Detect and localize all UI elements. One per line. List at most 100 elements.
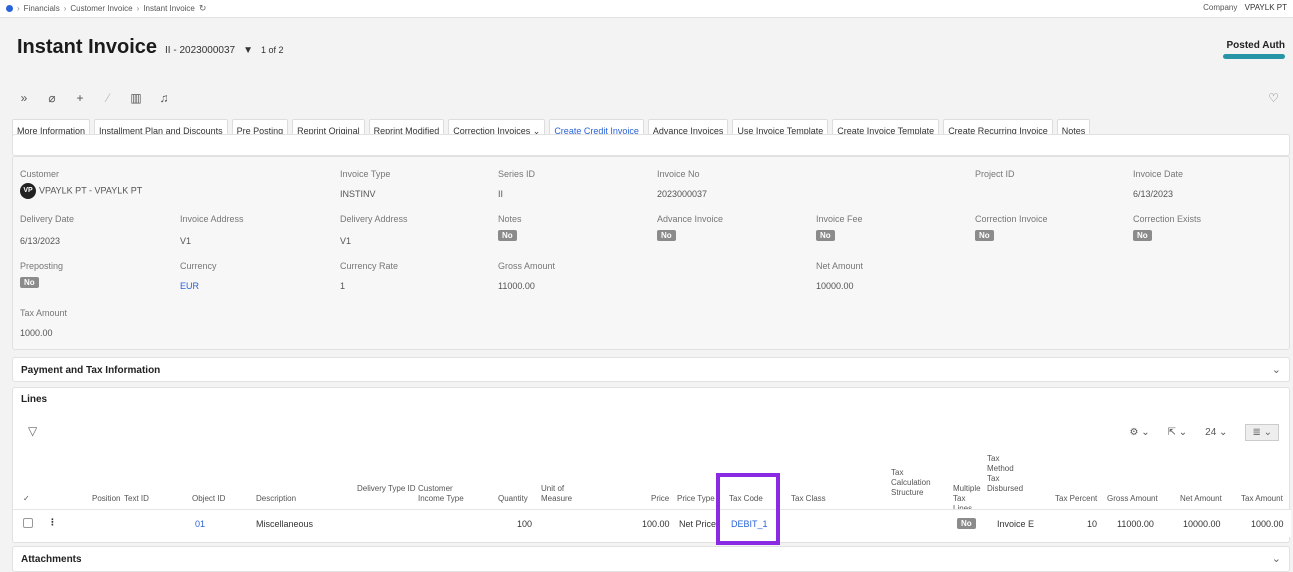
column-tax-percent[interactable]: Tax Percent [1055, 494, 1097, 504]
invoice-address-value: V1 [180, 236, 192, 246]
invoice-date-value: 6/13/2023 [1133, 189, 1174, 199]
column-text-id[interactable]: Text ID [124, 494, 149, 504]
cell-tax-method-disbursed: Invoice E [997, 519, 1035, 529]
column-quantity[interactable]: Quantity [498, 494, 528, 504]
column-tax-class[interactable]: Tax Class [791, 494, 826, 504]
customer-value[interactable]: VPAYLK PT - VPAYLK PT [39, 185, 142, 195]
column-customer-income-type[interactable]: Customer Income Type [418, 484, 478, 504]
select-all-check-icon[interactable]: ✓ [23, 494, 30, 504]
invoice-date-label: Invoice Date [1133, 169, 1184, 179]
attachments-section[interactable]: Attachments ⌄ [12, 546, 1290, 572]
correction-invoice-field: Correction Invoice No [975, 214, 1048, 241]
lines-title: Lines [21, 394, 48, 405]
breadcrumb-item-customer-invoice[interactable]: Customer Invoice [70, 4, 132, 13]
breadcrumb-item-instant-invoice: Instant Invoice [143, 4, 195, 13]
breadcrumb-item-financials[interactable]: Financials [24, 4, 60, 13]
lines-toolbar: ⚙ ⌄ ⇱ ⌄ 24 ⌄ ≣ ⌄ [1129, 424, 1279, 441]
column-gross-amount[interactable]: Gross Amount [1107, 494, 1158, 504]
attach-icon[interactable]: ⌀ [46, 91, 58, 105]
lines-section: Lines ▽ ⚙ ⌄ ⇱ ⌄ 24 ⌄ ≣ ⌄ ✓ Position Text… [12, 387, 1291, 545]
invoice-fee-field: Invoice Fee No [816, 214, 863, 241]
column-tax-amount[interactable]: Tax Amount [1241, 494, 1283, 504]
cell-object-id[interactable]: 01 [195, 519, 205, 529]
series-id-label: Series ID [498, 169, 536, 179]
invoice-no-value: 2023000037 [657, 189, 708, 199]
favorite-icon[interactable]: ♡ [1268, 91, 1279, 105]
column-net-amount[interactable]: Net Amount [1180, 494, 1222, 504]
tax-amount-field: Tax Amount 1000.00 [20, 308, 67, 338]
delivery-address-field: Delivery Address V1 [340, 214, 408, 246]
cell-tax-percent: 10 [1087, 519, 1098, 529]
customer-field: Customer VP VPAYLK PT - VPAYLK PT [20, 169, 142, 199]
delivery-address-label: Delivery Address [340, 214, 408, 224]
invoice-fee-label: Invoice Fee [816, 214, 863, 224]
record-selector[interactable]: II - 2023000037 [165, 45, 235, 56]
table-row[interactable]: ⋮ 01 Miscellaneous 100 100.00 Net Price … [13, 509, 1291, 537]
column-price-type[interactable]: Price Type [677, 494, 715, 504]
correction-invoice-label: Correction Invoice [975, 214, 1048, 224]
page-size-value: 24 [1205, 427, 1217, 438]
bell-icon[interactable]: ♫ [158, 91, 170, 105]
chevron-down-icon[interactable]: ⌄ [1272, 552, 1281, 565]
filter-icon[interactable]: ▽ [28, 424, 37, 438]
delete-icon[interactable]: ▥ [130, 91, 142, 105]
invoice-no-label: Invoice No [657, 169, 700, 179]
status-badge: Posted Auth [1223, 40, 1285, 59]
delivery-address-value: V1 [340, 236, 352, 246]
refresh-icon[interactable]: ↻ [199, 3, 207, 14]
project-id-field: Project ID [975, 169, 1015, 179]
cell-net-amount: 10000.00 [1183, 519, 1221, 529]
cell-price: 100.00 [642, 519, 670, 529]
notes-field: Notes No [498, 214, 522, 241]
invoice-address-label: Invoice Address [180, 214, 244, 224]
expand-icon[interactable]: » [18, 91, 30, 105]
customer-label: Customer [20, 169, 60, 179]
delivery-date-label: Delivery Date [20, 214, 75, 224]
invoice-type-label: Invoice Type [340, 169, 391, 179]
record-toolbar: » ⌀ + ⁄ ▥ ♫ [18, 91, 170, 105]
tax-amount-label: Tax Amount [20, 308, 68, 318]
edit-icon[interactable]: ⁄ [102, 91, 114, 105]
chevron-right-icon: › [136, 4, 140, 13]
column-tax-calc-structure[interactable]: Tax Calculation Structure [891, 468, 936, 498]
correction-exists-value: No [1133, 230, 1152, 241]
delivery-date-field: Delivery Date 6/13/2023 [20, 214, 74, 246]
header-strip [12, 134, 1290, 156]
status-bar [1223, 54, 1285, 59]
export-icon[interactable]: ⇱ ⌄ [1168, 427, 1188, 438]
page-header: Instant Invoice II - 2023000037 ▼ 1 of 2… [0, 18, 1293, 143]
row-checkbox[interactable] [23, 518, 33, 528]
column-delivery-type-id[interactable]: Delivery Type ID [357, 484, 417, 494]
column-tax-method-disbursed[interactable]: Tax Method Tax Disbursed [987, 454, 1025, 494]
chevron-right-icon: › [63, 4, 67, 13]
view-toggle-icon[interactable]: ≣ ⌄ [1245, 424, 1279, 441]
caret-down-icon[interactable]: ▼ [243, 45, 253, 56]
page-title: Instant Invoice [17, 36, 158, 58]
row-menu-icon[interactable]: ⋮ [48, 517, 57, 528]
gross-amount-field: Gross Amount 11000.00 [498, 261, 555, 291]
home-dot-icon[interactable] [6, 5, 13, 12]
add-icon[interactable]: + [74, 91, 86, 105]
column-position[interactable]: Position [92, 494, 120, 504]
column-object-id[interactable]: Object ID [192, 494, 225, 504]
cell-quantity: 100 [517, 519, 533, 529]
currency-rate-field: Currency Rate 1 [340, 261, 398, 291]
chevron-down-icon[interactable]: ⌄ [1272, 363, 1281, 376]
correction-exists-label: Correction Exists [1133, 214, 1202, 224]
currency-field: Currency EUR [180, 261, 217, 291]
page-size-select[interactable]: 24 ⌄ [1205, 427, 1227, 438]
column-unit-of-measure[interactable]: Unit of Measure [541, 484, 581, 504]
column-description[interactable]: Description [256, 494, 296, 504]
settings-icon[interactable]: ⚙ ⌄ [1129, 427, 1149, 438]
payment-tax-section[interactable]: Payment and Tax Information ⌄ [12, 357, 1290, 382]
company-label: Company [1203, 3, 1238, 12]
invoice-details: Customer VP VPAYLK PT - VPAYLK PT Invoice… [12, 156, 1290, 350]
series-id-value: II [498, 189, 504, 199]
company-indicator[interactable]: Company VPAYLK PT [1203, 3, 1287, 12]
notes-value: No [498, 230, 517, 241]
net-amount-label: Net Amount [816, 261, 864, 271]
preposting-label: Preposting [20, 261, 64, 271]
column-price[interactable]: Price [651, 494, 669, 504]
currency-value[interactable]: EUR [180, 281, 217, 291]
tax-code-highlight [716, 473, 780, 545]
